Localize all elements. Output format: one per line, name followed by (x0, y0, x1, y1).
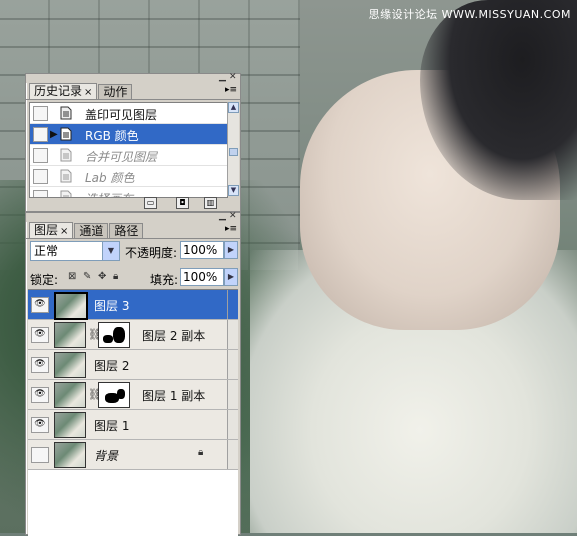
layer-thumbnail (54, 292, 88, 320)
document-icon (60, 127, 72, 141)
layer-scroll-gutter (227, 440, 238, 469)
layer-row-layer1-copy[interactable]: 👁︎ ⛓︎ 图层 1 副本 (28, 380, 238, 410)
lock-label: 锁定: (30, 273, 59, 287)
blend-mode-select[interactable]: 正常 ▼ (30, 241, 120, 261)
layer-scroll-gutter (227, 410, 238, 439)
document-icon (60, 106, 72, 120)
visibility-eye-icon[interactable]: 👁︎ (31, 357, 49, 373)
document-icon (60, 148, 72, 162)
lock-all-icon[interactable]: 🔒︎ (113, 272, 123, 282)
snapshot-checkbox[interactable] (33, 148, 48, 163)
tab-layers[interactable]: 图层 × (29, 222, 74, 238)
snapshot-checkbox[interactable] (33, 169, 48, 184)
layer-list: 👁︎ 图层 3 👁︎ ⛓︎ 图层 2 副本 👁︎ 图层 2 👁︎ ⛓︎ 图层 1… (28, 289, 238, 536)
snapshot-camera-icon[interactable]: ◘ (176, 197, 189, 209)
document-icon (60, 169, 72, 183)
close-icon[interactable]: ✕ (229, 73, 237, 82)
visibility-eye-icon[interactable]: 👁︎ (31, 387, 49, 403)
lock-icon: 🔒︎ (198, 447, 204, 458)
visibility-eye-icon[interactable]: 👁︎ (31, 417, 49, 433)
new-document-icon[interactable]: ▭ (144, 197, 157, 209)
scroll-thumb[interactable] (229, 148, 238, 156)
snapshot-checkbox[interactable] (33, 127, 48, 142)
fill-slider-arrow-icon[interactable]: ▶ (224, 268, 238, 286)
layer-thumbnail (54, 412, 86, 438)
history-item[interactable]: 合并可见图层 (30, 145, 227, 166)
layer-row-layer2-copy[interactable]: 👁︎ ⛓︎ 图层 2 副本 (28, 320, 238, 350)
tab-history[interactable]: 历史记录 × (29, 83, 98, 99)
history-tabs: 历史记录 × 动作 (26, 83, 240, 100)
blend-opacity-row: 正常 ▼ 不透明度: 100% ▶ (30, 241, 238, 263)
layer-thumbnail (54, 382, 86, 408)
lock-transparency-icon[interactable]: ⊠ (68, 272, 78, 282)
minimize-icon[interactable]: ▁ (219, 212, 226, 221)
tab-actions[interactable]: 动作 (98, 84, 133, 99)
layer-thumbnail (54, 442, 86, 468)
lock-move-icon[interactable]: ✥ (98, 272, 108, 282)
layer-scroll-gutter (227, 380, 238, 409)
history-item[interactable]: 盖印可见图层 (30, 103, 227, 124)
snapshot-checkbox[interactable] (33, 106, 48, 121)
watermark-text: 思缘设计论坛 WWW.MISSYUAN.COM (368, 8, 571, 21)
layer-row-background[interactable]: · 背景 🔒︎ (28, 440, 238, 470)
opacity-label: 不透明度: (125, 246, 178, 260)
tab-close-icon[interactable]: × (60, 226, 68, 237)
scroll-down-icon[interactable]: ▼ (228, 185, 239, 196)
tab-channels[interactable]: 通道 (74, 223, 109, 238)
layer-mask-thumbnail[interactable] (98, 382, 130, 408)
layers-panel: ▁ ✕ 图层 × 通道 路径 ▸≡ 正常 ▼ 不透明度: 100% ▶ 锁定: ⊠… (25, 212, 241, 536)
layer-scroll-gutter (227, 350, 238, 379)
history-item[interactable]: ▶ RGB 颜色 (30, 124, 227, 145)
layer-row-layer2[interactable]: 👁︎ 图层 2 (28, 350, 238, 380)
lock-brush-icon[interactable]: ✎ (83, 272, 93, 282)
history-list: 盖印可见图层 ▶ RGB 颜色 合并可见图层 Lab 颜色 选择画布 (29, 102, 228, 198)
layer-row-layer1[interactable]: 👁︎ 图层 1 (28, 410, 238, 440)
trash-icon[interactable]: ▥ (204, 197, 217, 209)
history-scrollbar[interactable]: ▲ ▼ (227, 102, 239, 196)
minimize-icon[interactable]: ▁ (219, 73, 226, 82)
layer-scroll-gutter (227, 320, 238, 349)
panel-menu-icon[interactable]: ▸≡ (225, 85, 237, 95)
panel-grip[interactable]: ▁ ✕ (26, 73, 240, 83)
chevron-down-icon[interactable]: ▼ (102, 242, 119, 260)
layer-row-layer3[interactable]: 👁︎ 图层 3 (28, 290, 238, 320)
history-item[interactable]: Lab 颜色 (30, 166, 227, 187)
history-state-arrow-icon: ▶ (50, 129, 58, 140)
visibility-eye-icon[interactable]: 👁︎ (31, 297, 49, 313)
visibility-eye-icon[interactable]: 👁︎ (31, 327, 49, 343)
history-toolbar: ▭ ◘ ▥ (26, 196, 240, 210)
fill-label: 填充: (150, 273, 179, 287)
history-panel: ▁ ✕ 历史记录× 动作 ▸≡ 盖印可见图层 ▶ RGB 颜色 合并可见图层 (25, 73, 241, 212)
scroll-up-icon[interactable]: ▲ (228, 102, 239, 113)
close-icon[interactable]: ✕ (229, 212, 237, 221)
opacity-input[interactable]: 100% (180, 241, 224, 259)
layer-thumbnail (54, 352, 86, 378)
tab-paths[interactable]: 路径 (109, 223, 144, 238)
visibility-eye-icon[interactable]: · (31, 447, 49, 463)
panel-grip[interactable]: ▁ ✕ (26, 212, 240, 222)
lock-fill-row: 锁定: ⊠ ✎ ✥ 🔒︎ 填充: 100% ▶ (30, 268, 238, 288)
layer-thumbnail (54, 322, 86, 348)
opacity-slider-arrow-icon[interactable]: ▶ (224, 241, 238, 259)
panel-menu-icon[interactable]: ▸≡ (225, 224, 237, 234)
layer-mask-thumbnail[interactable] (98, 322, 130, 348)
fill-input[interactable]: 100% (180, 268, 224, 286)
layer-scroll-gutter (227, 290, 238, 319)
tab-close-icon[interactable]: × (84, 87, 92, 98)
layers-tabs: 图层 × 通道 路径 (26, 222, 240, 239)
